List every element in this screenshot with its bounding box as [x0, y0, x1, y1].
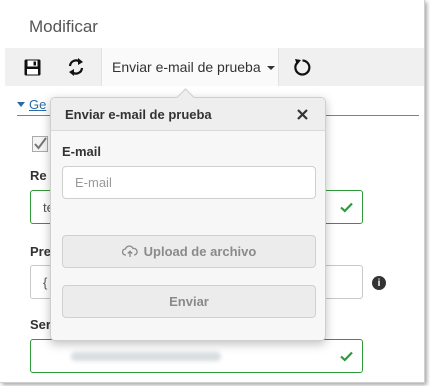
- sync-button[interactable]: [61, 48, 91, 86]
- save-icon: [24, 59, 40, 75]
- popover-header: Enviar e-mail de prueba: [51, 98, 325, 131]
- undo-icon: [293, 58, 310, 76]
- upload-file-button[interactable]: Upload de archivo: [62, 235, 316, 268]
- redacted-value: [71, 352, 221, 361]
- field3-input[interactable]: [30, 339, 363, 373]
- toolbar: Enviar e-mail de prueba: [5, 48, 424, 86]
- field3-label: Ser: [30, 317, 51, 332]
- field1-label: Re: [30, 168, 47, 183]
- sync-icon: [68, 58, 84, 76]
- caret-down-icon: [266, 66, 275, 70]
- info-icon[interactable]: i: [372, 276, 386, 290]
- send-label: Enviar: [169, 294, 209, 309]
- modify-window: Modificar Enviar e-mail de prueba Ge Re …: [0, 0, 425, 383]
- email-label: E-mail: [62, 144, 102, 159]
- close-icon: [296, 108, 308, 120]
- check-icon: [340, 200, 353, 218]
- section-general-label[interactable]: Ge: [29, 97, 46, 112]
- close-button[interactable]: [294, 106, 310, 122]
- caret-down-icon: [17, 102, 25, 107]
- send-test-email-popover: Enviar e-mail de prueba E-mail Upload de…: [50, 88, 326, 341]
- check-icon: [340, 349, 353, 367]
- checkbox[interactable]: [32, 136, 48, 152]
- check-icon: [34, 137, 47, 150]
- field2-label: Pre: [30, 244, 51, 259]
- send-button[interactable]: Enviar: [62, 285, 316, 318]
- field2-value: {: [43, 275, 48, 290]
- send-test-email-label: Enviar e-mail de prueba: [112, 59, 261, 75]
- undo-button[interactable]: [287, 48, 317, 86]
- popover-title: Enviar e-mail de prueba: [65, 107, 212, 122]
- upload-file-label: Upload de archivo: [143, 244, 257, 259]
- send-test-email-dropdown[interactable]: Enviar e-mail de prueba: [101, 48, 279, 86]
- window-title: Modificar: [29, 17, 98, 36]
- cloud-upload-icon: [121, 245, 138, 258]
- email-input[interactable]: [62, 166, 316, 199]
- save-button[interactable]: [17, 48, 47, 86]
